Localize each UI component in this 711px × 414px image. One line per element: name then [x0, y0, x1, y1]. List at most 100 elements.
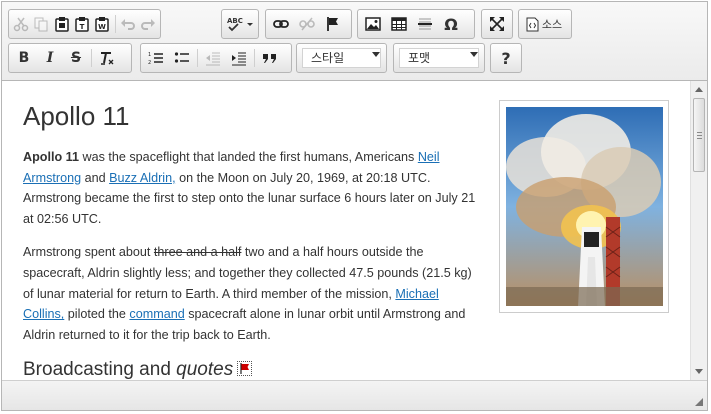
paste-word-button[interactable]: W: [92, 12, 112, 36]
resize-handle-icon[interactable]: [695, 398, 703, 406]
scroll-up-arrow-icon[interactable]: [695, 87, 703, 92]
separator: [254, 49, 255, 67]
styles-label: 스타일: [302, 48, 381, 68]
link-buzz-aldrin[interactable]: Buzz Aldrin,: [109, 171, 176, 185]
blockquote-button[interactable]: [257, 46, 283, 70]
rich-text-editor: T W ABC Ω 소스 B I S 1 2 스타일 포맷 ? Apollo 1…: [1, 1, 708, 411]
horizontal-line-icon: [418, 18, 432, 30]
text-span: Armstrong spent about: [23, 245, 154, 260]
grip-line: [697, 138, 702, 139]
italic-icon: I: [46, 50, 54, 66]
strike-icon: S: [70, 50, 82, 66]
anchor-button[interactable]: [320, 12, 346, 36]
indent-button[interactable]: [226, 46, 252, 70]
anchor-icon: [240, 362, 250, 374]
undo-button[interactable]: [117, 12, 137, 36]
horizontal-line-button[interactable]: [412, 12, 438, 36]
image-icon: [365, 17, 381, 31]
cut-icon: [13, 17, 29, 32]
scrollbar-thumb[interactable]: [693, 98, 705, 172]
source-label: 소스: [541, 18, 563, 31]
special-char-button[interactable]: Ω: [438, 12, 464, 36]
links-group: [265, 9, 352, 39]
separator: [91, 49, 92, 67]
italic-button[interactable]: I: [37, 46, 63, 70]
text-span: was the spaceflight that landed the firs…: [78, 150, 418, 164]
document-body[interactable]: Apollo 11 Apollo 11 was the spaceflight …: [23, 81, 479, 380]
unlink-icon: [299, 17, 315, 31]
editor-status-bar: [2, 380, 707, 410]
bold-icon: B: [18, 50, 30, 66]
strike-button[interactable]: S: [63, 46, 89, 70]
copy-button[interactable]: [31, 12, 51, 36]
svg-text:W: W: [99, 23, 107, 31]
grip-line: [697, 135, 702, 136]
format-label: 포맷: [399, 48, 479, 68]
chevron-down-icon: [470, 52, 478, 57]
numbered-list-button[interactable]: 12: [143, 46, 169, 70]
text-span: and: [81, 170, 110, 185]
paste-button[interactable]: [52, 12, 72, 36]
undo-icon: [120, 19, 135, 30]
paragraph-1: Apollo 11 was the spaceflight that lande…: [23, 147, 479, 229]
separator: [197, 49, 198, 67]
anchor-icon: [327, 17, 338, 31]
remove-format-button[interactable]: [94, 46, 120, 70]
source-button[interactable]: 소스: [521, 12, 567, 36]
text-span: piloted the: [64, 307, 130, 322]
section-heading: Broadcasting and quotes: [23, 358, 479, 380]
vertical-scrollbar[interactable]: [690, 81, 707, 380]
svg-text:ABC: ABC: [227, 17, 243, 25]
help-group: ?: [490, 43, 522, 73]
source-icon: [526, 17, 539, 31]
grip-line: [697, 132, 702, 133]
link-command[interactable]: command: [129, 307, 184, 321]
paragraph-2: Armstrong spent about three and a half t…: [23, 242, 479, 345]
spellcheck-group: ABC: [221, 9, 259, 39]
editor-content-area[interactable]: Apollo 11 Apollo 11 was the spaceflight …: [2, 81, 690, 380]
redo-button[interactable]: [138, 12, 158, 36]
remove-format-icon: [101, 52, 114, 65]
redo-icon: [140, 19, 155, 30]
format-dropdown[interactable]: 포맷: [393, 43, 485, 73]
help-icon: ?: [501, 48, 511, 68]
rocket-launch-illustration: [506, 107, 663, 306]
tools-group: [481, 9, 513, 39]
cut-button[interactable]: [11, 12, 31, 36]
apollo-rocket-image-frame[interactable]: [499, 100, 669, 313]
link-button[interactable]: [268, 12, 294, 36]
bulleted-list-button[interactable]: [169, 46, 195, 70]
styles-dropdown[interactable]: 스타일: [296, 43, 387, 73]
table-button[interactable]: [386, 12, 412, 36]
clipboard-group: T W: [8, 9, 161, 39]
paste-icon: [55, 17, 69, 32]
separator: [114, 15, 116, 33]
scroll-down-arrow-icon[interactable]: [695, 369, 703, 374]
paste-word-icon: W: [95, 17, 110, 32]
chevron-down-icon: [372, 52, 380, 57]
outdent-icon: [206, 52, 220, 66]
spellcheck-icon: ABC: [227, 17, 253, 32]
copy-icon: [34, 17, 48, 32]
image-button[interactable]: [360, 12, 386, 36]
maximize-button[interactable]: [484, 12, 510, 36]
maximize-icon: [490, 17, 504, 31]
unlink-button[interactable]: [294, 12, 320, 36]
document-title: Apollo 11: [23, 101, 130, 131]
outdent-button[interactable]: [200, 46, 226, 70]
strikethrough-text: three and a half: [153, 245, 242, 260]
insert-group: Ω: [357, 9, 475, 39]
paste-text-button[interactable]: T: [72, 12, 92, 36]
rocket-launch-photo: [506, 107, 663, 306]
anchor-marker[interactable]: [237, 360, 253, 376]
bold-button[interactable]: B: [11, 46, 37, 70]
help-button[interactable]: ?: [493, 46, 519, 70]
basic-styles-group: B I S: [8, 43, 132, 73]
svg-text:T: T: [80, 23, 85, 31]
spellcheck-button[interactable]: ABC: [224, 12, 256, 36]
link-icon: [273, 20, 289, 28]
paragraph-group: 12: [140, 43, 292, 73]
bold-text: Apollo 11: [23, 150, 79, 164]
paste-text-icon: T: [75, 17, 89, 32]
blockquote-icon: [263, 54, 276, 63]
